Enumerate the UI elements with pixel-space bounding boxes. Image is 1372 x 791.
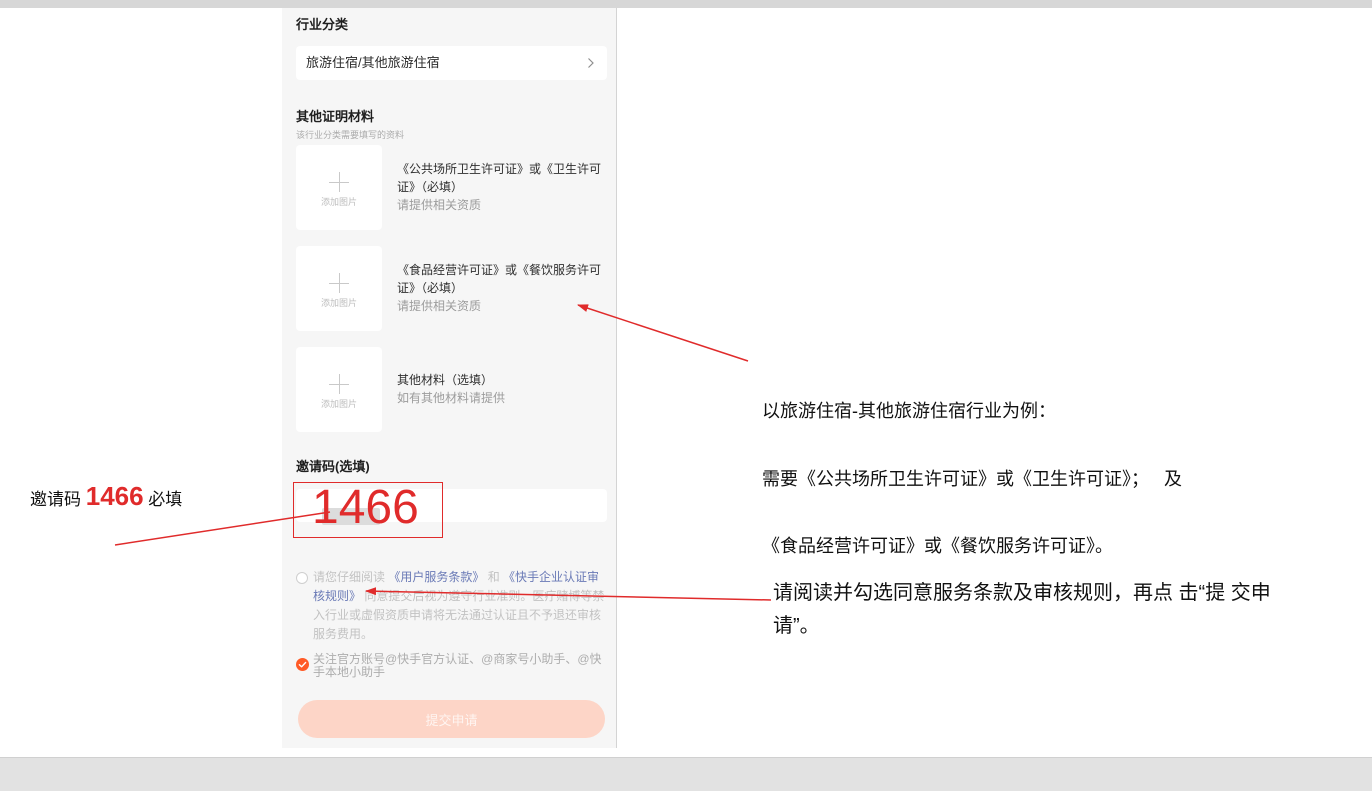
agreement-text: 请您仔细阅读 《用户服务条款》 和 《快手企业认证审核规则》 同意提交后视为遵守…: [313, 568, 606, 644]
plus-icon: [329, 172, 349, 192]
industry-select-value: 旅游住宿/其他旅游住宿: [306, 55, 440, 70]
upload-image-button[interactable]: 添加图片: [296, 145, 382, 230]
industry-example-note: 以旅游住宿-其他旅游住宿行业为例： 需要《公共场所卫生许可证》或《卫生许可证》；…: [762, 355, 1182, 580]
plus-icon: [329, 374, 349, 394]
industry-example-line: 《食品经营许可证》或《餐饮服务许可证》。: [762, 536, 1113, 556]
industry-select[interactable]: 旅游住宿/其他旅游住宿: [296, 46, 607, 80]
submit-application-button[interactable]: 提交申请: [298, 700, 605, 738]
invite-code-title: 邀请码(选填): [296, 459, 370, 474]
invite-note-prefix: 邀请码: [30, 490, 86, 509]
material-item: 添加图片 《食品经营许可证》或《餐饮服务许可证》（必填） 请提供相关资质: [296, 246, 607, 331]
check-circle-icon: [296, 658, 309, 671]
industry-section-title: 行业分类: [296, 17, 349, 32]
material-text: 《公共场所卫生许可证》或《卫生许可证》（必填） 请提供相关资质: [397, 160, 607, 215]
chevron-right-icon: [588, 58, 594, 68]
industry-example-line: 以旅游住宿-其他旅游住宿行业为例：: [762, 401, 1056, 421]
invite-note-suffix: 必填: [143, 490, 183, 509]
user-service-terms-link[interactable]: 《用户服务条款》: [388, 570, 484, 584]
material-hint: 如有其他材料请提供: [397, 391, 506, 405]
agreement-tip-note: 请阅读并勾选同意服务条款及审核规则，再点 击“提 交申请”。: [773, 582, 1271, 637]
upload-image-label: 添加图片: [320, 298, 357, 308]
follow-accounts-checkbox[interactable]: [296, 658, 309, 671]
material-title: 《食品经营许可证》或《餐饮服务许可证》（必填）: [397, 263, 602, 295]
materials-section-subtitle: 该行业分类需要填写的资料: [296, 130, 405, 140]
agreement-checkbox[interactable]: [296, 572, 309, 585]
upload-image-button[interactable]: 添加图片: [296, 347, 382, 432]
agreement-joiner: 和: [484, 570, 504, 584]
follow-accounts-text: 关注官方账号@快手官方认证、@商家号小助手、@快手本地小助手: [313, 652, 602, 679]
material-text: 《食品经营许可证》或《餐饮服务许可证》（必填） 请提供相关资质: [397, 261, 607, 316]
check-circle-icon-disc: [296, 658, 309, 671]
material-title: 其他材料（选填）: [397, 373, 494, 387]
invite-code-highlight-box: [293, 482, 443, 538]
material-title: 《公共场所卫生许可证》或《卫生许可证》（必填）: [397, 162, 602, 194]
radio-unchecked-icon: [296, 572, 308, 584]
materials-section-title: 其他证明材料: [296, 109, 375, 124]
material-text: 其他材料（选填） 如有其他材料请提供: [397, 371, 607, 408]
material-item: 添加图片 《公共场所卫生许可证》或《卫生许可证》（必填） 请提供相关资质: [296, 145, 607, 230]
material-hint: 请提供相关资质: [397, 299, 482, 313]
industry-example-line: 需要《公共场所卫生许可证》或《卫生许可证》； 及: [762, 468, 1183, 489]
chevron-right-icon-stroke: [588, 58, 594, 68]
plus-icon: [329, 273, 349, 293]
upload-image-label: 添加图片: [320, 399, 357, 409]
upload-image-label: 添加图片: [320, 197, 357, 207]
bottom-edge-band: [0, 757, 1372, 791]
invite-note-code: 1466: [85, 481, 144, 511]
upload-image-button[interactable]: 添加图片: [296, 246, 382, 331]
invite-code-note: 邀请码 1466 必填: [30, 480, 182, 516]
material-hint: 请提供相关资质: [397, 198, 482, 212]
certification-form-panel: 行业分类 旅游住宿/其他旅游住宿 其他证明材料 该行业分类需要填写的资料 添加图…: [282, 8, 617, 748]
agreement-prefix: 请您仔细阅读: [313, 570, 389, 584]
top-edge-band: [0, 0, 1372, 8]
material-item: 添加图片 其他材料（选填） 如有其他材料请提供: [296, 347, 607, 432]
